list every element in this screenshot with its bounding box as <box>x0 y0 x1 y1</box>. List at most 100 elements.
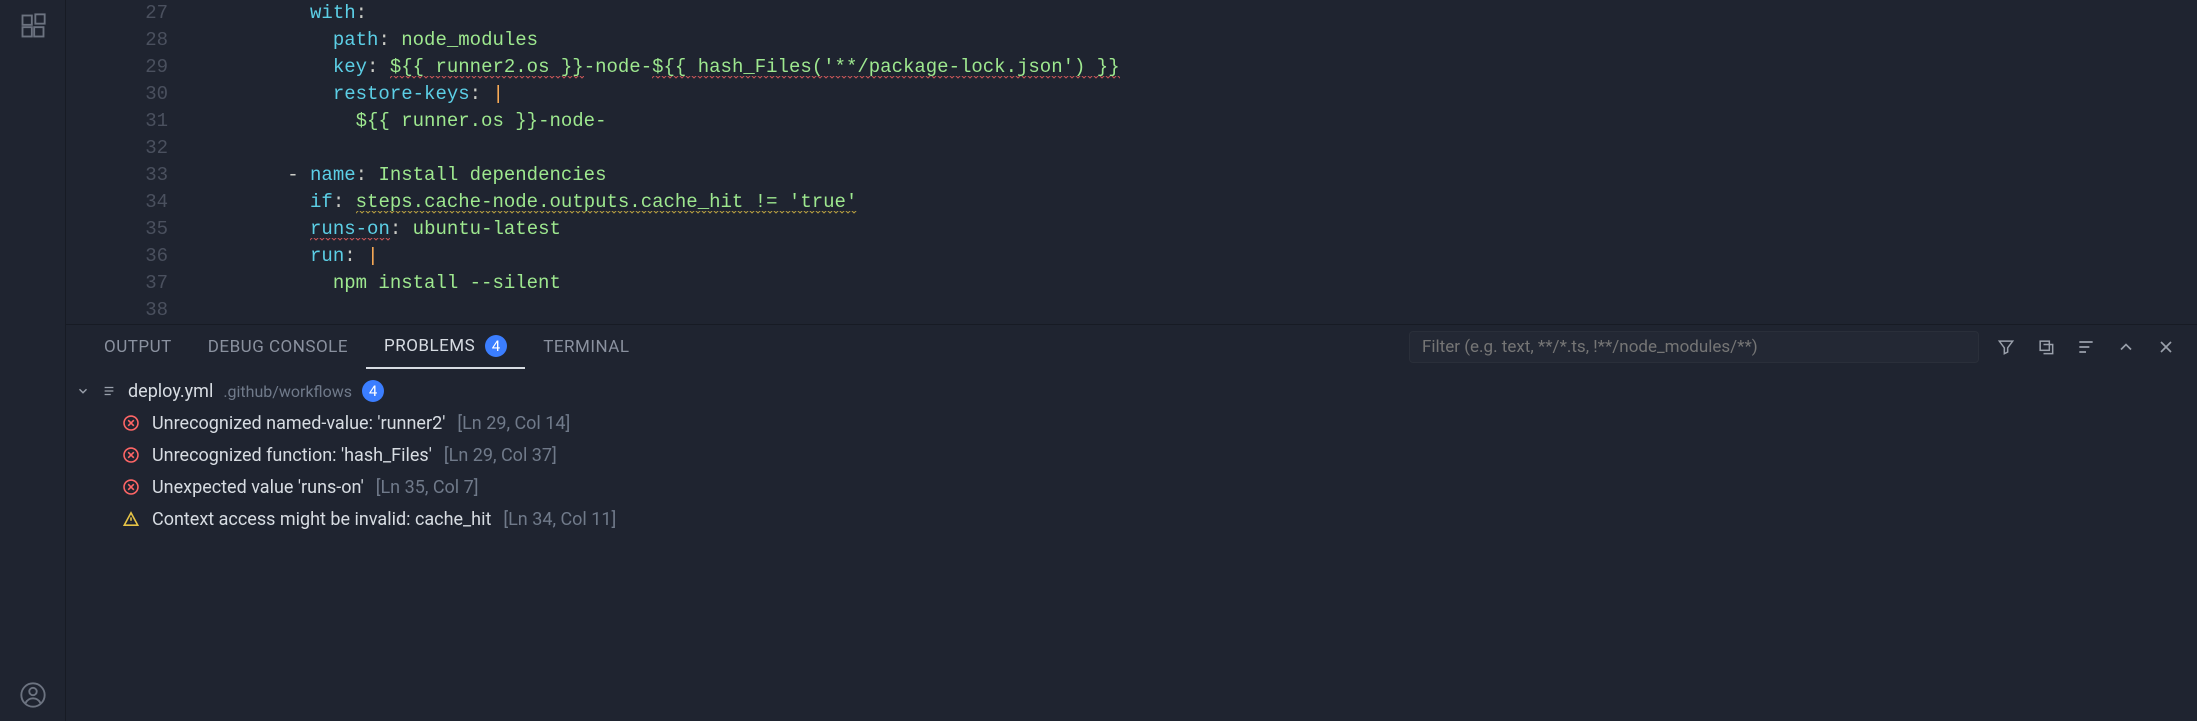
panel-actions <box>1995 336 2177 358</box>
problem-row[interactable]: Unexpected value 'runs-on' [Ln 35, Col 7] <box>76 471 2187 503</box>
activity-bar <box>0 0 66 721</box>
code-token: runs-on <box>310 218 390 241</box>
problem-row[interactable]: Unrecognized named-value: 'runner2' [Ln 2… <box>76 407 2187 439</box>
problem-message: Unrecognized function: 'hash_Files' <box>152 445 432 466</box>
code-line[interactable]: key: ${{ runner2.os }}-node-${{ hash_Fil… <box>196 54 2197 81</box>
problem-location: [Ln 29, Col 37] <box>444 445 557 466</box>
line-number: 36 <box>66 243 168 270</box>
code-token: ${{ hash_Files('**/package-lock.json') }… <box>652 56 1119 79</box>
panel-tab-bar: OUTPUT DEBUG CONSOLE PROBLEMS 4 TERMINAL <box>66 325 2197 369</box>
warning-icon <box>122 510 140 528</box>
code-token: : <box>367 56 390 78</box>
code-token: npm install --silent <box>333 272 561 294</box>
code-line[interactable] <box>196 297 2197 324</box>
problem-location: [Ln 35, Col 7] <box>376 477 479 498</box>
code-token: ubuntu-latest <box>413 218 561 240</box>
code-token: with <box>310 2 356 24</box>
problem-message: Context access might be invalid: cache_h… <box>152 509 491 530</box>
chevron-down-icon[interactable] <box>76 384 92 398</box>
tab-terminal-label: TERMINAL <box>543 337 629 357</box>
tab-terminal[interactable]: TERMINAL <box>525 325 647 369</box>
code-token: : <box>378 29 401 51</box>
code-line[interactable] <box>196 135 2197 162</box>
bottom-panel: OUTPUT DEBUG CONSOLE PROBLEMS 4 TERMINAL <box>66 324 2197 721</box>
line-number: 35 <box>66 216 168 243</box>
line-number: 31 <box>66 108 168 135</box>
problem-message: Unexpected value 'runs-on' <box>152 477 364 498</box>
collapse-all-icon[interactable] <box>2035 336 2057 358</box>
code-line[interactable]: runs-on: ubuntu-latest <box>196 216 2197 243</box>
problems-count-badge: 4 <box>485 335 507 357</box>
code-token: : <box>356 164 379 186</box>
code-content[interactable]: with: path: node_modules key: ${{ runner… <box>196 0 2197 324</box>
problems-file-name: deploy.yml <box>128 381 213 402</box>
error-icon <box>122 414 140 432</box>
code-token: key <box>333 56 367 78</box>
problems-file-row[interactable]: deploy.yml .github/workflows 4 <box>76 375 2187 407</box>
code-token: : <box>390 218 413 240</box>
code-line[interactable]: - name: Install dependencies <box>196 162 2197 189</box>
main-column: 272829303132333435363738 with: path: nod… <box>66 0 2197 721</box>
chevron-up-icon[interactable] <box>2115 336 2137 358</box>
tab-debug-console[interactable]: DEBUG CONSOLE <box>190 325 366 369</box>
line-number: 27 <box>66 0 168 27</box>
line-number-gutter: 272829303132333435363738 <box>66 0 196 324</box>
line-number: 38 <box>66 297 168 324</box>
tab-debug-console-label: DEBUG CONSOLE <box>208 337 348 357</box>
tab-problems-label: PROBLEMS <box>384 336 475 356</box>
line-number: 34 <box>66 189 168 216</box>
problem-location: [Ln 29, Col 14] <box>457 413 570 434</box>
problems-file-path: .github/workflows <box>223 382 352 401</box>
code-token: name <box>310 164 356 186</box>
code-token: node_modules <box>401 29 538 51</box>
tab-output[interactable]: OUTPUT <box>86 325 190 369</box>
error-icon <box>122 478 140 496</box>
code-token: steps.cache-node.outputs.cache_hit != 't… <box>356 191 858 214</box>
line-number: 37 <box>66 270 168 297</box>
problems-file-count-badge: 4 <box>362 380 384 402</box>
code-token: path <box>333 29 379 51</box>
line-number: 33 <box>66 162 168 189</box>
code-token: restore-keys <box>333 83 470 105</box>
line-number: 28 <box>66 27 168 54</box>
view-as-list-icon[interactable] <box>2075 336 2097 358</box>
problem-message: Unrecognized named-value: 'runner2' <box>152 413 445 434</box>
code-line[interactable]: run: | <box>196 243 2197 270</box>
code-token: if <box>310 191 333 213</box>
code-line[interactable]: path: node_modules <box>196 27 2197 54</box>
code-token: : <box>470 83 493 105</box>
code-line[interactable]: with: <box>196 0 2197 27</box>
code-token: run <box>310 245 344 267</box>
problem-location: [Ln 34, Col 11] <box>503 509 616 530</box>
tab-problems[interactable]: PROBLEMS 4 <box>366 325 525 369</box>
line-number: 32 <box>66 135 168 162</box>
code-line[interactable]: ${{ runner.os }}-node- <box>196 108 2197 135</box>
close-panel-icon[interactable] <box>2155 336 2177 358</box>
problems-filter-input[interactable] <box>1409 331 1979 363</box>
code-line[interactable]: restore-keys: | <box>196 81 2197 108</box>
problem-row[interactable]: Context access might be invalid: cache_h… <box>76 503 2187 535</box>
code-token: Install dependencies <box>378 164 606 186</box>
problems-list: deploy.yml .github/workflows 4 Unrecogni… <box>66 369 2197 721</box>
file-lines-icon <box>102 384 118 398</box>
tab-output-label: OUTPUT <box>104 337 172 357</box>
error-icon <box>122 446 140 464</box>
code-token: ${{ runner2.os }} <box>390 56 584 79</box>
account-icon[interactable] <box>17 679 49 711</box>
code-token: : <box>333 191 356 213</box>
code-token: : <box>356 2 367 24</box>
code-editor[interactable]: 272829303132333435363738 with: path: nod… <box>66 0 2197 324</box>
code-token: -node- <box>584 56 652 78</box>
line-number: 29 <box>66 54 168 81</box>
code-token: - <box>287 164 310 186</box>
code-line[interactable]: if: steps.cache-node.outputs.cache_hit !… <box>196 189 2197 216</box>
code-line[interactable]: npm install --silent <box>196 270 2197 297</box>
code-token: : <box>344 245 367 267</box>
line-number: 30 <box>66 81 168 108</box>
extensions-icon[interactable] <box>17 10 49 42</box>
problem-row[interactable]: Unrecognized function: 'hash_Files' [Ln 2… <box>76 439 2187 471</box>
code-token: | <box>367 245 378 267</box>
code-token: | <box>492 83 503 105</box>
filter-icon[interactable] <box>1995 336 2017 358</box>
code-token: ${{ runner.os }}-node- <box>356 110 607 132</box>
